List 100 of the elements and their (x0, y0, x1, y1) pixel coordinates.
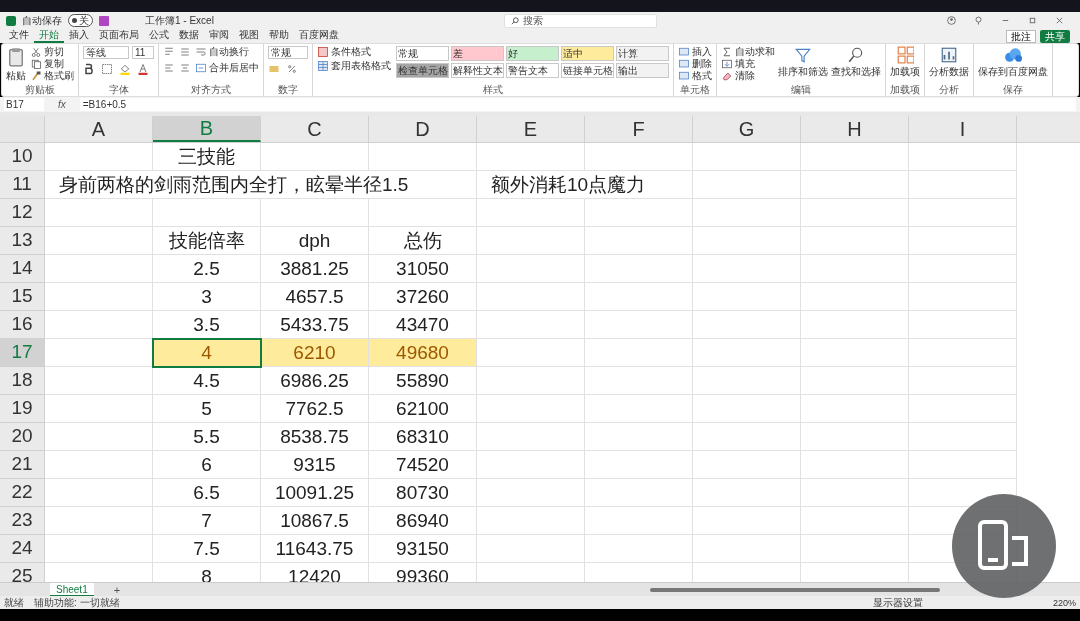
table-cell[interactable] (477, 395, 585, 423)
lightbulb-icon[interactable] (974, 16, 983, 25)
table-cell[interactable] (261, 143, 369, 171)
user-icon[interactable] (947, 16, 956, 25)
table-cell[interactable]: 额外消耗10点魔力 (477, 171, 693, 199)
table-cell[interactable] (477, 535, 585, 563)
cell-style-swatch[interactable]: 检查单元格 (396, 63, 449, 78)
table-cell[interactable] (801, 311, 909, 339)
horizontal-scrollbar[interactable] (650, 587, 940, 592)
add-sheet-button[interactable]: + (113, 583, 121, 596)
row-header[interactable]: 19 (0, 395, 45, 423)
autosave-toggle[interactable]: 关 (68, 14, 93, 27)
table-cell[interactable] (693, 255, 801, 283)
table-cell[interactable]: 7 (153, 507, 261, 535)
table-cell[interactable] (693, 479, 801, 507)
table-cell[interactable] (801, 507, 909, 535)
table-cell[interactable] (693, 199, 801, 227)
table-cell[interactable] (693, 143, 801, 171)
table-cell[interactable] (909, 283, 1017, 311)
table-cell[interactable] (45, 451, 153, 479)
table-cell[interactable]: 4657.5 (261, 283, 369, 311)
table-cell[interactable]: 技能倍率 (153, 227, 261, 255)
table-cell[interactable] (585, 507, 693, 535)
table-cell[interactable] (45, 535, 153, 563)
table-cell[interactable] (45, 395, 153, 423)
table-cell[interactable]: 62100 (369, 395, 477, 423)
table-cell[interactable]: 6210 (261, 339, 369, 367)
ribbon-button[interactable]: 格式 (678, 70, 712, 82)
table-cell[interactable]: 49680 (369, 339, 477, 367)
table-cell[interactable] (909, 199, 1017, 227)
table-cell[interactable]: 身前两格的剑雨范围内全打，眩晕半径1.5 (45, 171, 477, 199)
close-icon[interactable] (1055, 16, 1064, 25)
table-cell[interactable]: 三技能 (153, 143, 261, 171)
function-label[interactable]: fx (50, 97, 74, 112)
ribbon-tab[interactable]: 视图 (234, 29, 264, 43)
ribbon-button[interactable]: 复制 (30, 58, 74, 70)
table-cell[interactable] (909, 255, 1017, 283)
table-cell[interactable] (585, 367, 693, 395)
row-header[interactable]: 21 (0, 451, 45, 479)
restore-icon[interactable] (1028, 16, 1037, 25)
ribbon-button[interactable]: 填充 (721, 58, 775, 70)
table-cell[interactable] (909, 339, 1017, 367)
sheet-tab[interactable]: Sheet1 (50, 583, 94, 596)
ribbon-button[interactable]: 清除 (721, 70, 775, 82)
table-cell[interactable]: 3 (153, 283, 261, 311)
table-cell[interactable] (585, 535, 693, 563)
table-cell[interactable]: 9315 (261, 451, 369, 479)
table-cell[interactable]: 总伤 (369, 227, 477, 255)
table-cell[interactable] (693, 367, 801, 395)
table-cell[interactable] (261, 199, 369, 227)
table-cell[interactable]: 4 (153, 339, 261, 367)
table-cell[interactable] (801, 199, 909, 227)
column-header[interactable]: G (693, 116, 801, 142)
table-cell[interactable]: 7762.5 (261, 395, 369, 423)
row-header[interactable]: 24 (0, 535, 45, 563)
table-cell[interactable]: 43470 (369, 311, 477, 339)
ribbon-tab[interactable]: 审阅 (204, 29, 234, 43)
table-cell[interactable] (477, 507, 585, 535)
ribbon-button[interactable]: 保存到百度网盘 (978, 46, 1048, 78)
table-cell[interactable] (45, 339, 153, 367)
table-cell[interactable] (45, 143, 153, 171)
row-header[interactable]: 20 (0, 423, 45, 451)
ribbon-button[interactable]: 排序和筛选 (778, 46, 828, 82)
row-header[interactable]: 11 (0, 171, 45, 199)
table-cell[interactable] (477, 339, 585, 367)
table-cell[interactable]: 74520 (369, 451, 477, 479)
table-cell[interactable] (585, 311, 693, 339)
table-cell[interactable] (153, 199, 261, 227)
row-header[interactable]: 12 (0, 199, 45, 227)
table-cell[interactable]: 10867.5 (261, 507, 369, 535)
table-cell[interactable] (585, 143, 693, 171)
table-cell[interactable] (909, 227, 1017, 255)
table-cell[interactable] (369, 199, 477, 227)
table-cell[interactable]: 55890 (369, 367, 477, 395)
table-cell[interactable] (585, 255, 693, 283)
table-cell[interactable] (801, 143, 909, 171)
ribbon-button[interactable]: 剪切 (30, 46, 74, 58)
font-name-field[interactable]: 等线 (83, 46, 129, 59)
table-cell[interactable] (801, 451, 909, 479)
cell-style-swatch[interactable]: 计算 (616, 46, 669, 61)
table-cell[interactable] (801, 367, 909, 395)
ribbon-button[interactable]: 分析数据 (929, 46, 969, 78)
ribbon-button[interactable]: 插入 (678, 46, 712, 58)
ribbon-button[interactable]: 查找和选择 (831, 46, 881, 82)
table-cell[interactable]: 7.5 (153, 535, 261, 563)
table-cell[interactable] (477, 227, 585, 255)
cell-style-swatch[interactable]: 好 (506, 46, 559, 61)
name-box[interactable]: B17 (4, 98, 44, 111)
table-cell[interactable]: 11643.75 (261, 535, 369, 563)
number-format-field[interactable]: 常规 (268, 46, 308, 59)
table-cell[interactable] (693, 339, 801, 367)
ribbon-tab[interactable]: 帮助 (264, 29, 294, 43)
table-cell[interactable] (801, 535, 909, 563)
cell-style-swatch[interactable]: 警告文本 (506, 63, 559, 78)
table-cell[interactable] (909, 367, 1017, 395)
comments-button[interactable]: 批注 (1006, 29, 1036, 43)
display-settings[interactable]: 显示器设置 (872, 596, 923, 609)
table-cell[interactable] (477, 451, 585, 479)
ribbon-tab[interactable]: 插入 (64, 29, 94, 43)
share-button[interactable]: 共享 (1040, 29, 1070, 43)
